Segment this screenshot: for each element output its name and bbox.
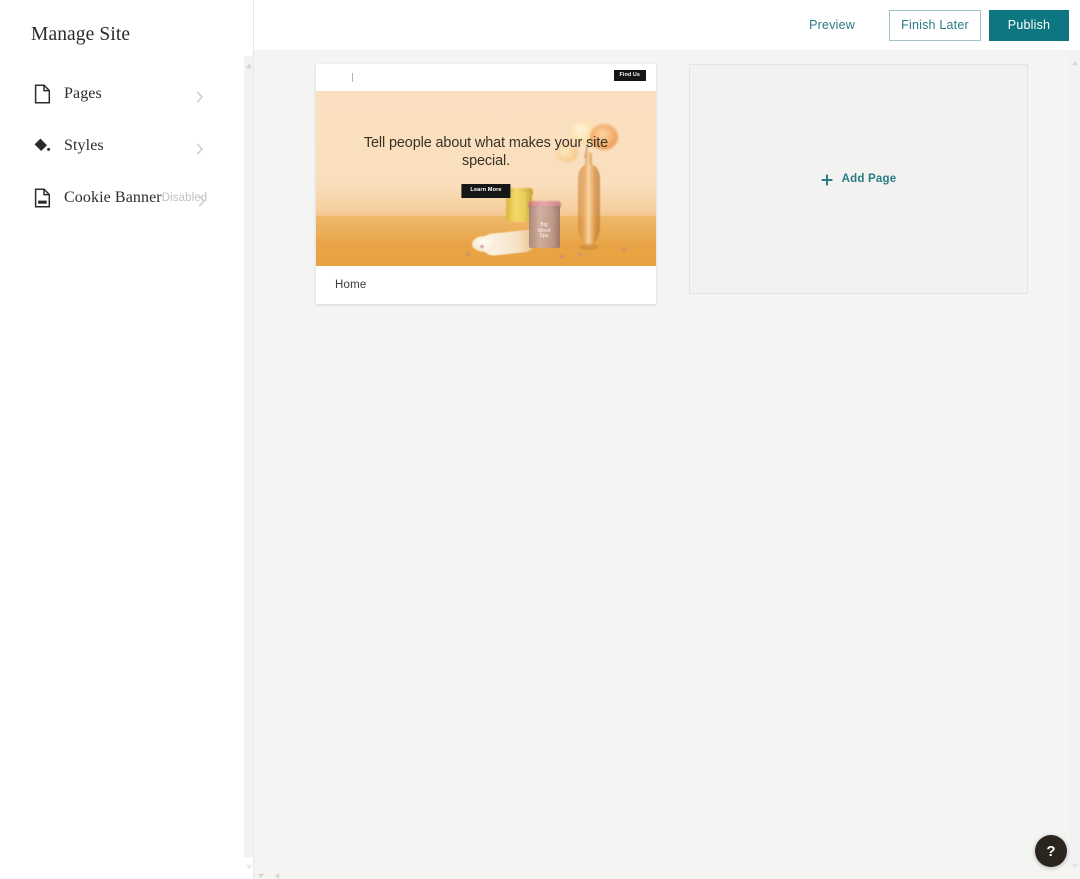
question-mark-icon: ? [1046,842,1056,860]
scroll-up-arrow-icon[interactable] [1071,54,1079,66]
toolbar: Preview Finish Later Publish [254,0,1080,50]
preview-button[interactable]: Preview [799,12,865,38]
scroll-left-arrow-icon[interactable] [273,867,281,879]
hero-learn-more-button: Learn More [461,184,511,198]
scrollbar-track[interactable] [244,56,253,857]
thumbnail-logo [352,73,353,82]
page-name-label: Home [335,279,367,291]
scroll-down-arrow-icon[interactable] [1071,857,1079,869]
pages-canvas: Find Us Big Wood Spa Tell people about w… [254,50,1080,879]
petal [578,253,582,256]
sidebar-nav-list: Pages Styles Cookie Banner Disabled [0,72,244,220]
pages-grid: Find Us Big Wood Spa Tell people about w… [316,64,1080,304]
publish-button[interactable]: Publish [989,9,1069,41]
sidebar-scrollbar[interactable] [244,0,254,879]
finish-later-button[interactable]: Finish Later [889,9,981,41]
page-card-home[interactable]: Find Us Big Wood Spa Tell people about w… [316,64,656,304]
sidebar-item-label: Styles [64,137,104,155]
manage-site-app: Manage Site Pages Styles Cookie Banner D… [0,0,1080,879]
petal [480,245,484,248]
chevron-right-icon [196,90,204,103]
sidebar-item-label: Cookie Banner [64,189,162,207]
chevron-right-icon [198,194,206,207]
thumbnail-navbar: Find Us [316,64,656,91]
add-page-card[interactable]: Add Page [689,64,1028,294]
petal [622,247,626,250]
scroll-down-arrow-icon[interactable] [245,858,253,870]
scroll-down-arrow-icon[interactable] [257,867,265,879]
page-card-footer: Home [316,266,656,304]
sidebar-item-cookie-banner[interactable]: Cookie Banner Disabled [0,176,244,220]
page-icon [31,83,53,105]
sidebar-item-label: Pages [64,85,102,103]
page-thumbnail: Find Us Big Wood Spa Tell people about w… [316,64,656,266]
towel-roll [472,236,498,252]
vase [578,164,600,246]
canvas-scroll-arrows[interactable] [257,867,281,879]
main-content: Preview Finish Later Publish Find Us Big… [254,0,1080,879]
vase-foot [579,244,598,250]
scroll-up-arrow-icon[interactable] [245,57,253,69]
add-page-label: Add Page [841,173,897,185]
thumbnail-hero: Big Wood Spa Tell people about what makes … [316,91,656,266]
sidebar: Manage Site Pages Styles Cookie Banner D… [0,0,244,879]
paint-diamond-icon [31,135,53,157]
sidebar-item-styles[interactable]: Styles [0,124,244,168]
plus-icon [821,173,833,186]
sidebar-item-pages[interactable]: Pages [0,72,244,116]
chevron-right-icon [196,142,204,155]
page-title: Manage Site [31,24,131,45]
main-scrollbar[interactable] [1069,50,1080,869]
thumbnail-find-us-button: Find Us [613,70,646,82]
spa-jar-label: Big Wood Spa [537,221,551,240]
petal [466,253,470,256]
petal [560,255,564,258]
help-button[interactable]: ? [1035,835,1067,867]
cookie-banner-icon [31,187,53,209]
add-page-inner: Add Page [821,173,897,186]
hero-heading: Tell people about what makes your site s… [363,135,609,169]
